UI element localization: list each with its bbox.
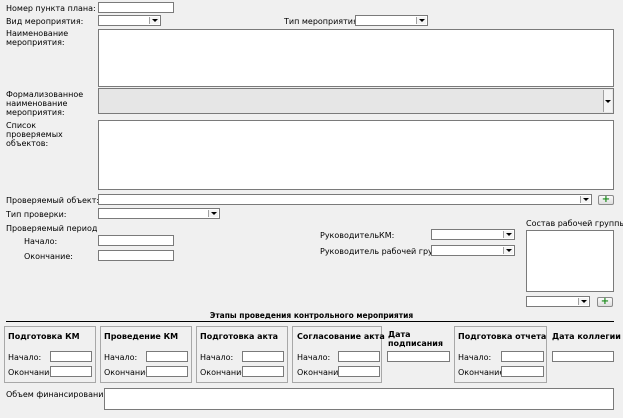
stage-report-prep-start-input[interactable]	[501, 351, 544, 362]
stage-act-prep-start-input[interactable]	[242, 351, 284, 362]
chevron-down-icon	[210, 212, 217, 215]
stage-km-prep-start-label: Начало:	[8, 353, 42, 362]
head-group-select[interactable]	[431, 245, 515, 256]
stage-act-approval-end-input[interactable]	[338, 366, 380, 377]
head-km-label: РуководительКМ:	[320, 231, 395, 240]
period-end-input[interactable]	[98, 250, 174, 261]
stage-km-prep-title: Подготовка КМ	[8, 332, 80, 341]
period-start-input[interactable]	[98, 235, 174, 246]
formal-name-label: Формализованное наименование мероприятия…	[6, 90, 84, 117]
financing-input[interactable]	[104, 388, 614, 410]
working-group-label: Состав рабочей группы:	[526, 219, 623, 228]
chevron-down-icon	[505, 249, 512, 252]
sign-date-input[interactable]	[387, 351, 450, 362]
stage-act-approval-start-input[interactable]	[338, 351, 380, 362]
checked-object-select[interactable]	[98, 194, 592, 205]
chevron-down-icon	[151, 19, 158, 22]
event-name-label: Наименование мероприятия:	[6, 29, 69, 47]
plan-number-input[interactable]	[98, 2, 174, 13]
add-group-member-button[interactable]: +	[597, 297, 613, 307]
period-end-label: Окончание:	[24, 252, 73, 261]
stage-km-conduct-end-input[interactable]	[146, 366, 188, 377]
stage-act-prep-title: Подготовка акта	[200, 332, 278, 341]
plan-number-label: Номер пункта плана:	[6, 4, 96, 13]
stage-act-approval-title: Согласование акта	[297, 332, 385, 341]
stage-report-prep-title: Подготовка отчета	[458, 332, 547, 341]
stage-km-conduct-start-input[interactable]	[146, 351, 188, 362]
financing-label: Объем финансирования:	[6, 390, 111, 399]
chevron-down-icon	[582, 198, 589, 201]
add-object-button[interactable]: +	[598, 195, 614, 205]
stage-act-prep-start-label: Начало:	[200, 353, 234, 362]
period-start-label: Начало:	[24, 237, 58, 246]
plus-icon: +	[601, 194, 611, 205]
stage-report-prep-end-input[interactable]	[501, 366, 544, 377]
stage-km-prep-start-input[interactable]	[50, 351, 92, 362]
objects-list-label: Список проверяемых объектов:	[6, 121, 63, 148]
working-group-select[interactable]	[526, 296, 590, 307]
head-km-select[interactable]	[431, 229, 515, 240]
event-type-label: Тип мероприятия:	[284, 17, 361, 26]
checked-object-label: Проверяемый объект:	[6, 196, 100, 205]
objects-list-box[interactable]	[98, 120, 614, 190]
board-date-input[interactable]	[552, 351, 614, 362]
sign-date-title: Дата подписания	[388, 330, 444, 348]
event-name-textarea[interactable]	[98, 29, 614, 87]
stage-km-conduct-title: Проведение КМ	[104, 332, 179, 341]
stages-title: Этапы проведения контрольного мероприяти…	[209, 311, 414, 320]
period-label: Проверяемый период	[6, 224, 98, 233]
stage-km-conduct-start-label: Начало:	[104, 353, 138, 362]
event-kind-label: Вид мероприятия:	[6, 17, 84, 26]
stage-act-prep-end-input[interactable]	[242, 366, 284, 377]
chevron-down-icon	[505, 233, 512, 236]
stage-act-approval-start-label: Начало:	[297, 353, 331, 362]
stage-km-prep-end-input[interactable]	[50, 366, 92, 377]
event-type-select[interactable]	[355, 15, 428, 26]
check-type-label: Тип проверки:	[6, 210, 67, 219]
working-group-list[interactable]	[526, 230, 614, 292]
board-date-title: Дата коллегии	[552, 332, 621, 341]
formal-name-select[interactable]	[98, 88, 614, 114]
stages-divider	[6, 321, 614, 322]
plus-icon: +	[600, 296, 610, 307]
check-type-select[interactable]	[98, 208, 220, 219]
stage-report-prep-start-label: Начало:	[458, 353, 492, 362]
chevron-down-icon	[580, 300, 587, 303]
chevron-down-icon	[418, 19, 425, 22]
stage-report-prep-end-label: Окончание:	[458, 368, 507, 377]
event-kind-select[interactable]	[98, 15, 161, 26]
chevron-down-icon	[605, 99, 611, 103]
